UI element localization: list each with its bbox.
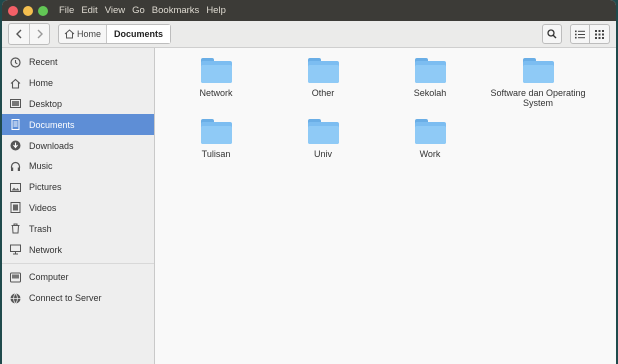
videos-icon [10, 202, 21, 214]
menu-list: File Edit View Go Bookmarks Help [59, 5, 233, 16]
list-view-button[interactable] [570, 24, 590, 44]
folder-item-other[interactable]: Other [273, 58, 373, 98]
sidebar-item-label: Home [29, 78, 54, 89]
menu-file[interactable]: File [59, 5, 74, 16]
sidebar-item-home[interactable]: Home [2, 73, 154, 94]
grid-view-icon [595, 29, 604, 39]
minimize-window-button[interactable] [23, 5, 33, 16]
menubar: File Edit View Go Bookmarks Help [2, 0, 616, 21]
sidebar-item-trash[interactable]: Trash [2, 218, 154, 239]
chevron-right-icon [37, 29, 43, 39]
main-area: Recent Home Desktop Documents Downloads … [2, 48, 616, 364]
breadcrumb-home-label: Home [77, 29, 102, 39]
sidebar: Recent Home Desktop Documents Downloads … [2, 48, 155, 364]
maximize-window-button[interactable] [38, 5, 48, 16]
folder-item-work[interactable]: Work [380, 119, 480, 159]
sidebar-item-label: Videos [29, 202, 57, 213]
home-icon [64, 29, 75, 39]
sidebar-item-label: Pictures [29, 182, 62, 193]
breadcrumb: Home Documents [58, 24, 172, 44]
sidebar-item-label: Network [29, 244, 63, 255]
menu-bookmarks[interactable]: Bookmarks [152, 5, 200, 16]
menu-view[interactable]: View [105, 5, 125, 16]
forward-button[interactable] [29, 24, 49, 44]
folder-label: Work [419, 149, 441, 159]
folder-label: Other [311, 88, 335, 98]
sidebar-item-connect-to-server[interactable]: Connect to Server [2, 288, 154, 309]
sidebar-item-label: Downloads [29, 140, 74, 151]
close-window-button[interactable] [8, 5, 18, 16]
sidebar-item-documents[interactable]: Documents [2, 114, 154, 136]
chevron-left-icon [16, 29, 22, 39]
breadcrumb-documents-label: Documents [114, 29, 164, 39]
menu-go[interactable]: Go [132, 5, 145, 16]
breadcrumb-documents[interactable]: Documents [106, 25, 171, 43]
clock-icon [10, 57, 21, 68]
folder-label: Sekolah [413, 88, 447, 98]
folder-icon [522, 58, 554, 83]
sidebar-item-downloads[interactable]: Downloads [2, 135, 154, 156]
file-view: Network Other Sekolah Software dan Opera… [155, 48, 616, 364]
sidebar-item-network[interactable]: Network [2, 239, 154, 260]
documents-icon [10, 119, 21, 131]
grid-view-button[interactable] [590, 24, 610, 44]
breadcrumb-home[interactable]: Home [59, 25, 106, 43]
file-manager-window: File Edit View Go Bookmarks Help Home Do… [2, 0, 616, 364]
menu-edit[interactable]: Edit [81, 5, 97, 16]
folder-item-network[interactable]: Network [166, 58, 266, 98]
sidebar-item-computer[interactable]: Computer [2, 267, 154, 288]
folder-item-software-dan-operating-system[interactable]: Software dan Operating System [488, 58, 588, 108]
folder-icon [307, 58, 339, 83]
folder-item-univ[interactable]: Univ [273, 119, 373, 159]
network-icon [10, 244, 21, 255]
sidebar-item-music[interactable]: Music [2, 156, 154, 177]
sidebar-item-videos[interactable]: Videos [2, 198, 154, 219]
list-view-icon [575, 30, 585, 38]
search-button[interactable] [542, 24, 562, 44]
sidebar-item-desktop[interactable]: Desktop [2, 94, 154, 115]
sidebar-item-pictures[interactable]: Pictures [2, 177, 154, 198]
view-buttons [542, 24, 610, 44]
sidebar-separator [2, 262, 154, 264]
folder-item-tulisan[interactable]: Tulisan [166, 119, 266, 159]
sidebar-item-label: Documents [29, 119, 75, 130]
back-button[interactable] [9, 24, 29, 44]
folder-item-sekolah[interactable]: Sekolah [380, 58, 480, 98]
sidebar-item-label: Trash [29, 223, 52, 234]
pictures-icon [10, 182, 21, 193]
folder-label: Tulisan [201, 149, 231, 159]
sidebar-item-label: Computer [29, 272, 69, 283]
sidebar-item-label: Recent [29, 57, 58, 68]
server-icon [10, 292, 21, 304]
search-icon [547, 29, 557, 39]
folder-icon [200, 58, 232, 83]
folder-label: Software dan Operating System [490, 88, 586, 108]
folder-icon [200, 119, 232, 144]
toolbar: Home Documents [2, 21, 616, 48]
computer-icon [10, 272, 21, 283]
music-icon [10, 161, 21, 172]
home-icon [10, 78, 21, 89]
trash-icon [10, 223, 21, 234]
desktop-icon [10, 98, 21, 109]
sidebar-item-label: Music [29, 161, 53, 172]
folder-label: Network [199, 88, 233, 98]
folder-icon [414, 58, 446, 83]
folder-icon [307, 119, 339, 144]
menu-help[interactable]: Help [206, 5, 226, 16]
sidebar-item-recent[interactable]: Recent [2, 52, 154, 73]
sidebar-item-label: Desktop [29, 98, 63, 109]
folder-icon [414, 119, 446, 144]
folder-label: Univ [313, 149, 332, 159]
sidebar-item-label: Connect to Server [29, 293, 102, 304]
navigation-buttons [8, 23, 50, 45]
download-icon [10, 140, 21, 151]
